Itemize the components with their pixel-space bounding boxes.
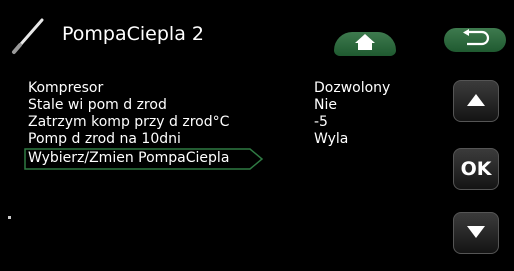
setting-label: Zatrzym komp przy d zrod°C: [28, 114, 230, 130]
setting-label: Kompresor: [28, 80, 104, 96]
setting-label: Wybierz/Zmien PompaCiepla: [28, 150, 230, 166]
setting-value: Dozwolony: [314, 80, 391, 96]
page-title: PompaCiepla 2: [62, 23, 204, 45]
settings-list: Kompresor Dozwolony Stale wi pom d zrod …: [24, 80, 440, 170]
settings-row-wybierz-pompaciepla[interactable]: Wybierz/Zmien PompaCiepla: [24, 148, 264, 170]
scroll-down-button[interactable]: [453, 212, 499, 254]
settings-row-zatrzym-komp[interactable]: Zatrzym komp przy d zrod°C -5: [28, 114, 440, 131]
ok-label: OK: [460, 158, 492, 180]
home-button[interactable]: [334, 32, 396, 56]
setting-value: Wyla: [314, 131, 349, 147]
settings-row-kompresor[interactable]: Kompresor Dozwolony: [28, 80, 440, 97]
ok-button[interactable]: OK: [453, 148, 499, 190]
back-button[interactable]: [444, 28, 506, 52]
setting-label: Stale wi pom d zrod: [28, 97, 167, 113]
setting-value: -5: [314, 114, 328, 130]
home-icon: [354, 33, 376, 55]
setting-value: Nie: [314, 97, 337, 113]
scroll-up-button[interactable]: [453, 80, 499, 122]
thermometer-probe-icon: [8, 14, 50, 56]
back-arrow-icon: [460, 29, 490, 51]
setting-label: Pomp d zrod na 10dni: [28, 131, 181, 147]
arrow-up-icon: [466, 92, 486, 111]
screen-marker: [8, 216, 11, 219]
arrow-down-icon: [466, 224, 486, 243]
settings-row-stale-wi-pom[interactable]: Stale wi pom d zrod Nie: [28, 97, 440, 114]
settings-row-pomp-d-zrod[interactable]: Pomp d zrod na 10dni Wyla: [28, 131, 440, 148]
